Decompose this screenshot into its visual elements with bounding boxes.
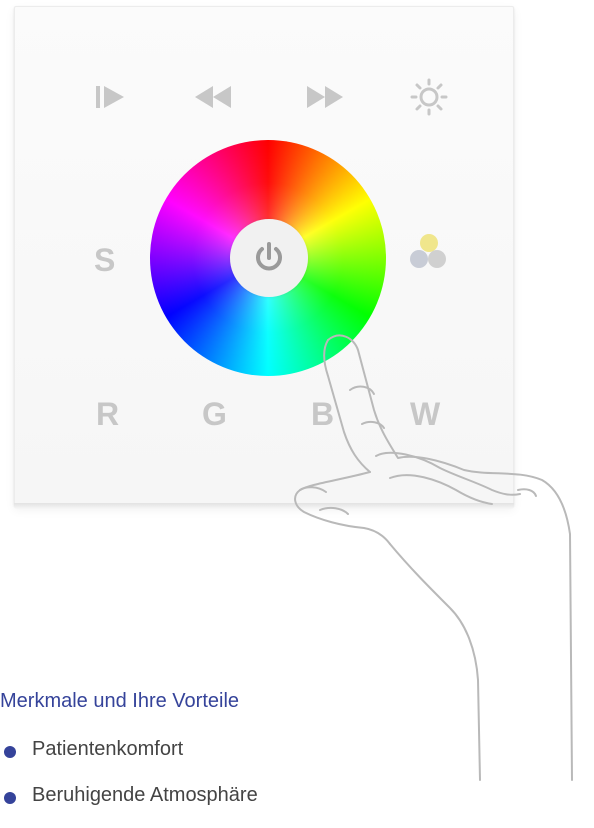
r-key[interactable]: R <box>96 396 119 432</box>
g-key[interactable]: G <box>202 396 227 432</box>
rgbw-dots-icon[interactable] <box>406 234 452 274</box>
power-icon <box>256 242 282 271</box>
features-title: Merkmale und Ihre Vorteile <box>0 690 240 712</box>
hand-illustration <box>294 334 573 781</box>
s-key[interactable]: S <box>94 242 115 278</box>
feature-text: Beruhigende Atmosphäre <box>32 784 258 806</box>
feature-text: Patientenkomfort <box>32 738 184 760</box>
play-pause-icon[interactable] <box>94 82 130 112</box>
bullet-icon <box>4 746 16 758</box>
bullet-icon <box>4 792 16 804</box>
rewind-icon[interactable] <box>193 82 235 112</box>
fast-forward-icon[interactable] <box>305 82 347 112</box>
power-button[interactable] <box>230 219 308 297</box>
brightness-icon[interactable] <box>410 78 448 116</box>
